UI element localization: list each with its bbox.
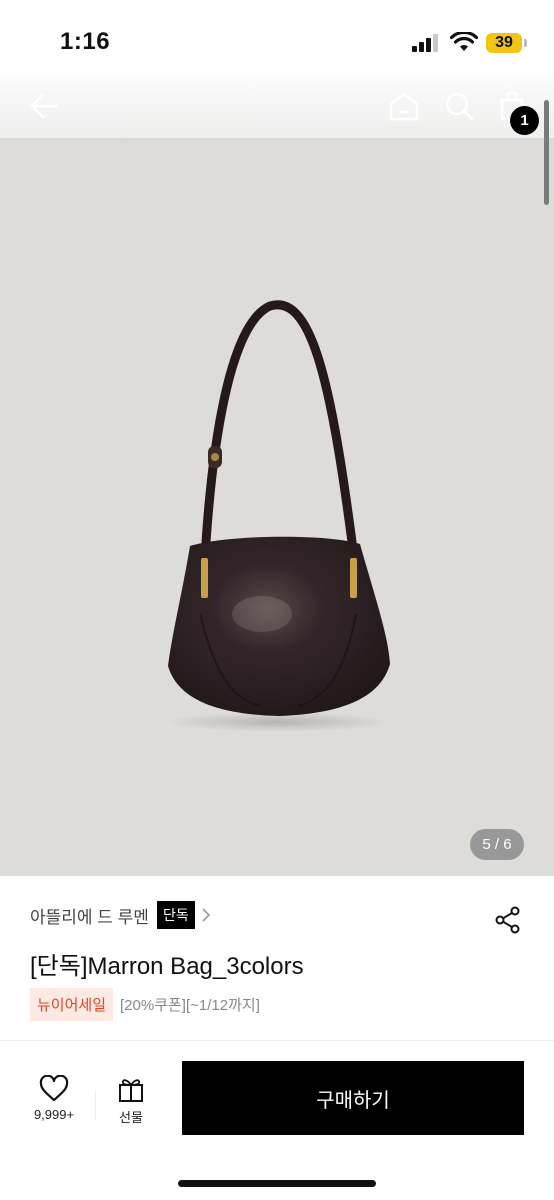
brand-name: 아뜰리에 드 루멘 bbox=[30, 907, 149, 927]
back-arrow-icon bbox=[30, 93, 59, 119]
wishlist-count: 9,999+ bbox=[33, 1107, 75, 1122]
battery-cap bbox=[524, 39, 527, 47]
product-image-gallery[interactable] bbox=[0, 74, 554, 876]
exclusive-tag: 단독 bbox=[156, 901, 195, 929]
search-icon bbox=[445, 92, 474, 121]
back-button[interactable] bbox=[26, 88, 62, 124]
home-indicator bbox=[178, 1180, 376, 1187]
gift-label: 선물 bbox=[119, 1110, 143, 1125]
share-button[interactable] bbox=[494, 906, 522, 934]
cart-count-badge: 1 bbox=[510, 106, 539, 135]
promo-row: 뉴이어세일 [20%쿠폰][~1/12까지] bbox=[30, 988, 260, 1021]
cellular-signal-icon bbox=[412, 34, 438, 52]
search-button[interactable] bbox=[441, 88, 477, 124]
battery-indicator: 39 bbox=[486, 33, 522, 53]
status-time: 1:16 bbox=[60, 28, 111, 55]
gift-button[interactable]: 선물 bbox=[108, 1073, 154, 1133]
chevron-right-icon bbox=[202, 908, 210, 922]
product-title: [단독]Marron Bag_3colors bbox=[30, 953, 304, 980]
wifi-icon bbox=[450, 32, 478, 51]
image-counter: 5 / 6 bbox=[470, 829, 524, 860]
wishlist-button[interactable]: 9,999+ bbox=[26, 1073, 82, 1133]
heart-icon bbox=[39, 1074, 69, 1102]
gift-icon bbox=[119, 1079, 143, 1102]
coupon-text: [20%쿠폰][~1/12까지] bbox=[120, 997, 260, 1014]
status-bar: 1:16 39 bbox=[0, 0, 554, 74]
buy-button-label: 구매하기 bbox=[316, 1089, 390, 1112]
action-separator bbox=[95, 1090, 96, 1120]
home-icon bbox=[389, 92, 419, 121]
home-button[interactable] bbox=[386, 88, 422, 124]
share-icon bbox=[495, 906, 520, 934]
product-image bbox=[166, 300, 390, 732]
buy-button[interactable]: 구매하기 bbox=[182, 1061, 524, 1135]
scroll-indicator bbox=[544, 100, 549, 205]
brand-link[interactable]: 아뜰리에 드 루멘 단독 bbox=[30, 901, 211, 929]
sale-badge: 뉴이어세일 bbox=[30, 988, 114, 1021]
